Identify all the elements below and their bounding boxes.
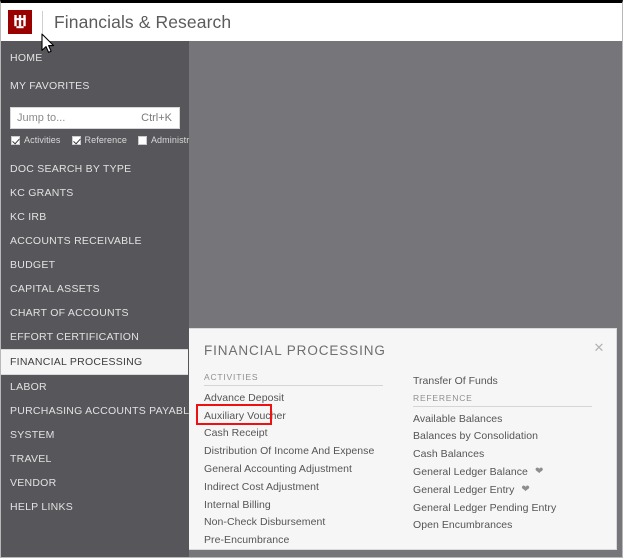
menu-item-cash-receipt[interactable]: Cash Receipt — [204, 425, 384, 443]
sidebar-item-budget[interactable]: BUDGET — [1, 253, 189, 277]
menu-item-label: Open Encumbrances — [413, 519, 513, 532]
flyout-column-reference: Transfer Of Funds REFERENCE Available Ba… — [398, 372, 603, 549]
menu-item-label: General Ledger Entry — [413, 483, 515, 496]
menu-item-general-accounting-adjustment[interactable]: General Accounting Adjustment — [204, 460, 384, 478]
filter-administration[interactable]: Administration — [137, 135, 189, 145]
menu-item-balances-by-consolidation[interactable]: Balances by Consolidation — [413, 428, 593, 446]
app-header: Financials & Research — [1, 3, 622, 41]
filter-activities[interactable]: Activities — [11, 135, 61, 145]
section-header-activities: ACTIVITIES — [204, 372, 383, 386]
filter-reference-label: Reference — [84, 135, 127, 145]
menu-item-advance-deposit[interactable]: Advance Deposit — [204, 389, 384, 407]
menu-item-available-balances[interactable]: Available Balances — [413, 410, 593, 428]
menu-item-distribution-of-income-and-expense[interactable]: Distribution Of Income And Expense — [204, 442, 384, 460]
sidebar-menu-list: DOC SEARCH BY TYPE KC GRANTS KC IRB ACCO… — [1, 157, 189, 519]
menu-item-label: Balances by Consolidation — [413, 430, 538, 443]
sidebar-item-chart-of-accounts[interactable]: CHART OF ACCOUNTS — [1, 301, 189, 325]
sidebar-item-accounts-receivable[interactable]: ACCOUNTS RECEIVABLE — [1, 229, 189, 253]
checkbox-administration-icon[interactable] — [137, 135, 147, 145]
menu-item-label: Transfer Of Funds — [413, 374, 498, 387]
financial-processing-flyout-panel: FINANCIAL PROCESSING ✕ ACTIVITIES Advanc… — [189, 328, 617, 550]
search-filters: Activities Reference Administration — [10, 135, 189, 145]
menu-item-label: General Ledger Balance — [413, 466, 528, 479]
header-divider — [42, 11, 43, 33]
application-window: Financials & Research HOME MY FAVORITES … — [0, 0, 623, 558]
menu-item-label: General Ledger Pending Entry — [413, 501, 557, 514]
menu-item-indirect-cost-adjustment[interactable]: Indirect Cost Adjustment — [204, 478, 384, 496]
menu-item-label: Auxiliary Voucher — [204, 409, 286, 422]
menu-item-non-check-disbursement[interactable]: Non-Check Disbursement — [204, 514, 384, 532]
favorite-heart-icon[interactable]: ❤ — [521, 484, 529, 495]
iu-trident-logo-icon[interactable] — [8, 10, 32, 34]
menu-item-label: Advance Deposit — [204, 391, 285, 404]
menu-item-label: Cash Balances — [413, 448, 485, 461]
sidebar-item-kc-irb[interactable]: KC IRB — [1, 205, 189, 229]
filter-reference[interactable]: Reference — [71, 135, 127, 145]
sidebar-item-doc-search-by-type[interactable]: DOC SEARCH BY TYPE — [1, 157, 189, 181]
menu-item-label: Cash Receipt — [204, 427, 268, 440]
sidebar-item-vendor[interactable]: VENDOR — [1, 471, 189, 495]
sidebar-item-financial-processing[interactable]: FINANCIAL PROCESSING — [1, 349, 188, 375]
flyout-column-activities: ACTIVITIES Advance Deposit Auxiliary Vou… — [189, 372, 394, 549]
favorite-heart-icon[interactable]: ❤ — [535, 467, 543, 477]
flyout-columns: ACTIVITIES Advance Deposit Auxiliary Vou… — [189, 372, 616, 549]
sidebar-item-labor[interactable]: LABOR — [1, 375, 189, 399]
search-shortcut-hint: Ctrl+K — [141, 112, 172, 124]
menu-item-label: Distribution Of Income And Expense — [204, 445, 375, 458]
search-input[interactable] — [11, 108, 131, 128]
menu-item-general-ledger-pending-entry[interactable]: General Ledger Pending Entry — [413, 499, 593, 517]
sidebar-item-home[interactable]: HOME — [1, 46, 189, 70]
menu-item-label: Non-Check Disbursement — [204, 516, 326, 529]
menu-item-open-encumbrances[interactable]: Open Encumbrances — [413, 517, 593, 535]
search-box[interactable]: Ctrl+K — [10, 107, 180, 129]
sidebar-navigation: HOME MY FAVORITES Ctrl+K Activities Refe… — [1, 41, 189, 557]
close-icon[interactable]: ✕ — [592, 341, 606, 355]
sidebar-item-system[interactable]: SYSTEM — [1, 423, 189, 447]
sidebar-item-travel[interactable]: TRAVEL — [1, 447, 189, 471]
checkbox-activities-icon[interactable] — [11, 135, 20, 145]
menu-item-label: Available Balances — [413, 412, 503, 425]
sidebar-item-capital-assets[interactable]: CAPITAL ASSETS — [1, 277, 189, 301]
sidebar-item-effort-certification[interactable]: EFFORT CERTIFICATION — [1, 325, 189, 349]
menu-item-general-ledger-entry[interactable]: General Ledger Entry ❤ — [413, 481, 593, 499]
flyout-title: FINANCIAL PROCESSING — [204, 343, 386, 358]
sidebar-item-kc-grants[interactable]: KC GRANTS — [1, 181, 189, 205]
filter-administration-label: Administration — [150, 135, 189, 145]
menu-item-auxiliary-voucher[interactable]: Auxiliary Voucher — [204, 407, 384, 425]
menu-item-label: Indirect Cost Adjustment — [204, 480, 320, 493]
menu-item-transfer-of-funds[interactable]: Transfer Of Funds — [413, 372, 593, 390]
section-header-reference: REFERENCE — [413, 393, 592, 407]
sidebar-item-help-links[interactable]: HELP LINKS — [1, 495, 189, 519]
menu-item-general-ledger-balance[interactable]: General Ledger Balance ❤ — [413, 463, 593, 481]
menu-item-pre-encumbrance[interactable]: Pre-Encumbrance — [204, 531, 384, 549]
menu-item-label: Pre-Encumbrance — [204, 534, 290, 547]
sidebar-item-my-favorites[interactable]: MY FAVORITES — [1, 74, 189, 98]
checkbox-reference-icon[interactable] — [71, 135, 81, 145]
sidebar-search-block: Ctrl+K Activities Reference Administrati… — [10, 107, 189, 145]
menu-item-cash-balances[interactable]: Cash Balances — [413, 445, 593, 463]
sidebar-item-purchasing-accounts-payables[interactable]: PURCHASING ACCOUNTS PAYABLES — [1, 399, 189, 423]
menu-item-label: General Accounting Adjustment — [204, 463, 352, 476]
filter-activities-label: Activities — [24, 135, 61, 145]
menu-item-internal-billing[interactable]: Internal Billing — [204, 496, 384, 514]
menu-item-label: Internal Billing — [204, 498, 271, 511]
page-title: Financials & Research — [54, 11, 232, 32]
